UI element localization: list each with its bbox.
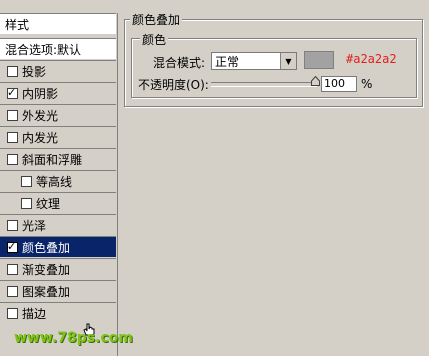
style-item-bevel-emboss[interactable]: 斜面和浮雕: [0, 148, 116, 169]
percent-unit: %: [361, 77, 373, 91]
blend-options-label: 混合选项:默认: [5, 42, 82, 57]
checkmark-icon: ✓: [7, 239, 17, 253]
style-item-label: 颜色叠加: [22, 240, 71, 255]
opacity-slider-thumb[interactable]: [311, 76, 320, 86]
opacity-input[interactable]: 100: [321, 76, 357, 92]
style-item-label: 斜面和浮雕: [22, 152, 83, 167]
style-item-pattern-overlay[interactable]: 图案叠加: [0, 280, 116, 301]
pattern-overlay-checkbox[interactable]: [7, 285, 18, 297]
watermark-logo: www.78ps.com: [14, 330, 133, 346]
blend-mode-select[interactable]: 正常 ▼: [211, 52, 297, 70]
color-overlay-title: 颜色叠加: [130, 11, 183, 28]
inner-shadow-checkbox[interactable]: ✓: [7, 85, 18, 99]
style-item-label: 描边: [22, 306, 47, 321]
bevel-emboss-checkbox[interactable]: [7, 153, 18, 165]
texture-checkbox[interactable]: [21, 197, 32, 209]
chevron-down-icon[interactable]: ▼: [280, 53, 296, 69]
style-item-inner-glow[interactable]: 内发光: [0, 126, 116, 147]
style-item-color-overlay[interactable]: ✓ 颜色叠加: [0, 236, 116, 257]
gradient-overlay-checkbox[interactable]: [7, 263, 18, 275]
style-item-label: 渐变叠加: [22, 262, 71, 277]
style-item-label: 等高线: [36, 174, 73, 189]
style-item-label: 外发光: [22, 108, 59, 123]
blend-mode-value: 正常: [215, 54, 240, 69]
color-overlay-checkbox[interactable]: ✓: [7, 239, 18, 253]
color-swatch[interactable]: [304, 51, 334, 69]
style-item-label: 图案叠加: [22, 284, 71, 299]
style-item-texture[interactable]: 纹理: [0, 192, 116, 213]
blend-mode-label: 混合模式:: [153, 56, 206, 70]
style-item-inner-shadow[interactable]: ✓ 内阴影: [0, 82, 116, 103]
opacity-slider-track[interactable]: [211, 82, 317, 87]
styles-header: 样式: [0, 13, 116, 34]
style-item-label: 光泽: [22, 218, 47, 233]
style-item-stroke[interactable]: 描边: [0, 302, 116, 323]
satin-checkbox[interactable]: [7, 219, 18, 231]
drop-shadow-checkbox[interactable]: [7, 65, 18, 77]
outer-glow-checkbox[interactable]: [7, 109, 18, 121]
style-item-drop-shadow[interactable]: 投影: [0, 60, 116, 81]
opacity-label: 不透明度(O):: [138, 78, 209, 92]
style-item-contour[interactable]: 等高线: [0, 170, 116, 191]
opacity-value: 100: [324, 77, 345, 90]
style-item-label: 内发光: [22, 130, 59, 145]
checkmark-icon: ✓: [7, 85, 17, 99]
hex-color-label: #a2a2a2: [346, 52, 397, 66]
styles-header-label: 样式: [5, 17, 30, 32]
color-subgroup-title: 颜色: [140, 31, 169, 48]
styles-panel: 样式 混合选项:默认 投影 ✓ 内阴影 外发光 内发光 斜面和浮雕 等高线 纹理…: [0, 13, 118, 356]
contour-checkbox[interactable]: [21, 175, 32, 187]
style-item-label: 内阴影: [22, 86, 59, 101]
stroke-checkbox[interactable]: [7, 307, 18, 319]
style-item-label: 投影: [22, 64, 47, 79]
style-item-outer-glow[interactable]: 外发光: [0, 104, 116, 125]
style-item-label: 纹理: [36, 196, 61, 211]
style-item-gradient-overlay[interactable]: 渐变叠加: [0, 258, 116, 279]
inner-glow-checkbox[interactable]: [7, 131, 18, 143]
style-item-satin[interactable]: 光泽: [0, 214, 116, 235]
blend-options-item[interactable]: 混合选项:默认: [0, 38, 116, 59]
